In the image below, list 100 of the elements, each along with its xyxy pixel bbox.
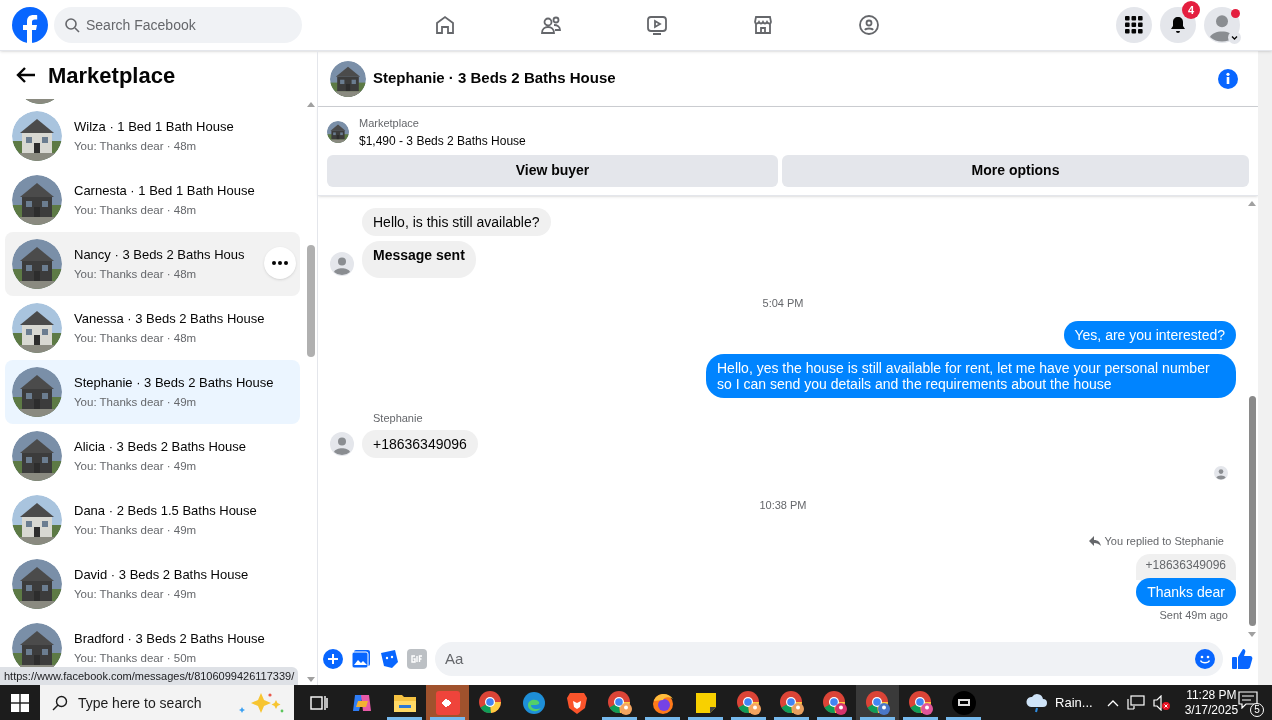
image-icon[interactable] [351,648,371,669]
edge-icon[interactable] [521,690,546,715]
conversation-title: Vanessa · 3 Beds 2 Baths House [74,311,265,327]
quoted-message: +18636349096 [1135,553,1236,580]
chevron-up-icon[interactable] [1106,698,1119,707]
conversation-preview: You: Thanks dear · 49m [74,395,198,409]
reply-note: You replied to Stephanie [1104,533,1224,548]
reply-icon [1088,535,1101,546]
avatar-icon [330,431,354,456]
taskbar-search[interactable]: Type here to search [39,685,295,720]
grid-icon [1125,16,1143,34]
conversation-item[interactable]: Dana · 2 Beds 1.5 Baths House You: Thanks dear · 49m [5,488,300,552]
conversation-title: Alicia · 3 Beds 2 Baths House [74,439,246,455]
chrome-icon[interactable] [778,689,805,716]
conversation-title: Nancy · 3 Beds 2 Baths Hous [74,247,245,263]
conversation-item[interactable]: Wilza · 1 Bed 1 Bath House You: Thanks dear · 48m [5,104,300,168]
conversation-preview: You: Thanks dear · 48m [74,139,198,153]
conversation-item[interactable]: Stephanie · 3 Beds 2 Baths House You: Thanks dear · 49m [5,360,300,424]
message-bubble: Thanks dear [1136,577,1236,606]
sender-name: Stephanie [373,411,423,424]
conversation-item[interactable]: David · 3 Beds 2 Baths House You: Thanks dear · 49m [5,552,300,616]
timestamp: 10:38 PM [759,497,807,512]
chrome-icon[interactable] [735,689,762,716]
chat-title: Stephanie · 3 Beds 2 Baths House [373,68,616,89]
video-icon[interactable] [645,13,669,37]
lion-icon[interactable] [565,690,588,715]
more-button[interactable] [264,247,296,279]
facebook-logo[interactable] [12,7,48,43]
chrome-icon[interactable] [606,689,633,716]
conversation-title: Dana · 2 Beds 1.5 Baths House [74,503,257,519]
message-bubble: Hello, is this still available? [362,207,551,236]
conversation-item[interactable]: Carnesta · 1 Bed 1 Bath House You: Thanks dear · 48m [5,168,300,232]
menu-button[interactable] [1116,7,1152,43]
browser-scrollbar[interactable] [1258,51,1272,685]
message-status: Sent 49m ago [1159,607,1228,622]
thumbs-up-icon[interactable] [1231,647,1253,670]
sticky-note-icon[interactable] [694,691,717,714]
message-bubble: +18636349096 [362,429,478,458]
scroll-down-icon[interactable] [307,677,315,683]
notifications-button[interactable] [1160,7,1196,43]
search-field[interactable]: Search Facebook [54,7,302,43]
avatar-icon [330,251,354,276]
clock-date[interactable]: 3/17/2025 [1184,702,1239,718]
emoji-icon[interactable] [1195,648,1215,669]
windows-icon[interactable] [10,693,29,712]
chevron-icon [1228,31,1241,44]
diamond-app-icon[interactable] [435,690,460,715]
message-bubble: Hello, yes the house is still available for rent, let me have your personal number so I can send you details and the requirements about the house [706,353,1236,398]
scroll-up-icon[interactable] [307,101,315,107]
avatar-icon [1214,465,1228,480]
listing-label: Marketplace [359,116,420,131]
conversation-preview: You: Thanks dear · 48m [74,267,198,281]
chrome-icon[interactable] [907,689,934,716]
conversation-item[interactable]: Alicia · 3 Beds 2 Baths House You: Thanks dear · 49m [5,424,300,488]
notification-count: 5 [1250,702,1264,717]
app-icon[interactable] [951,690,976,715]
action-button[interactable]: View buyer [327,154,778,187]
search-icon [64,17,80,33]
shop-icon[interactable] [751,13,775,37]
cloud-rain-icon[interactable] [1025,692,1050,713]
info-icon[interactable] [1218,68,1238,89]
conversation-preview: You: Thanks dear · 49m [74,459,198,473]
scroll-up-icon[interactable] [1248,199,1256,206]
scroll-down-icon[interactable] [1248,632,1256,638]
conversation-title: Bradford · 3 Beds 2 Baths House [74,631,265,647]
conversation-preview: You: Thanks dear · 49m [74,587,198,601]
conversation-preview: You: Thanks dear · 48m [74,203,198,217]
bell-icon [1169,16,1187,34]
conversation-title: Wilza · 1 Bed 1 Bath House [74,119,234,135]
profile-button[interactable] [1204,7,1240,43]
groups-icon[interactable] [857,13,881,37]
more-icon [272,261,288,265]
message-field[interactable]: Aa [435,641,1223,676]
conversation-preview: You: Thanks dear · 48m [74,331,198,345]
network-icon[interactable] [1126,694,1145,711]
back-arrow-icon[interactable] [16,66,36,84]
muted-speaker-icon[interactable] [1152,694,1171,711]
conversation-title: Stephanie · 3 Beds 2 Baths House [74,375,274,391]
scroll-thumb[interactable] [1248,395,1256,626]
conversation-preview: You: Thanks dear · 49m [74,523,198,537]
message-bubble: Message sent [362,240,476,278]
conversation-title: Carnesta · 1 Bed 1 Bath House [74,183,255,199]
scroll-thumb[interactable] [307,245,315,357]
chrome-icon[interactable] [477,689,504,716]
url-tooltip: https://www.facebook.com/messages/t/8106099426117339/ [0,667,299,685]
clock-time[interactable]: 11:28 PM [1186,687,1237,703]
chrome-icon[interactable] [864,689,891,716]
search-icon [51,695,68,711]
home-icon[interactable] [433,13,457,37]
action-button[interactable]: More options [782,154,1249,187]
sticker-icon[interactable] [379,648,399,669]
conversation-title: David · 3 Beds 2 Baths House [74,567,249,583]
conversation-preview: You: Thanks dear · 50m [74,651,198,665]
plus-icon[interactable] [323,648,343,669]
chrome-icon[interactable] [821,689,848,716]
conversation-item[interactable]: Vanessa · 3 Beds 2 Baths House You: Thanks dear · 48m [5,296,300,360]
listing-title: $1,490 - 3 Beds 2 Baths House [359,132,526,150]
conversation-item[interactable]: Nancy · 3 Beds 2 Baths Hous You: Thanks dear · 48m [5,232,300,296]
notification-center-button[interactable]: 5 [1238,690,1262,715]
weather-label[interactable]: Rain... [1055,692,1093,713]
